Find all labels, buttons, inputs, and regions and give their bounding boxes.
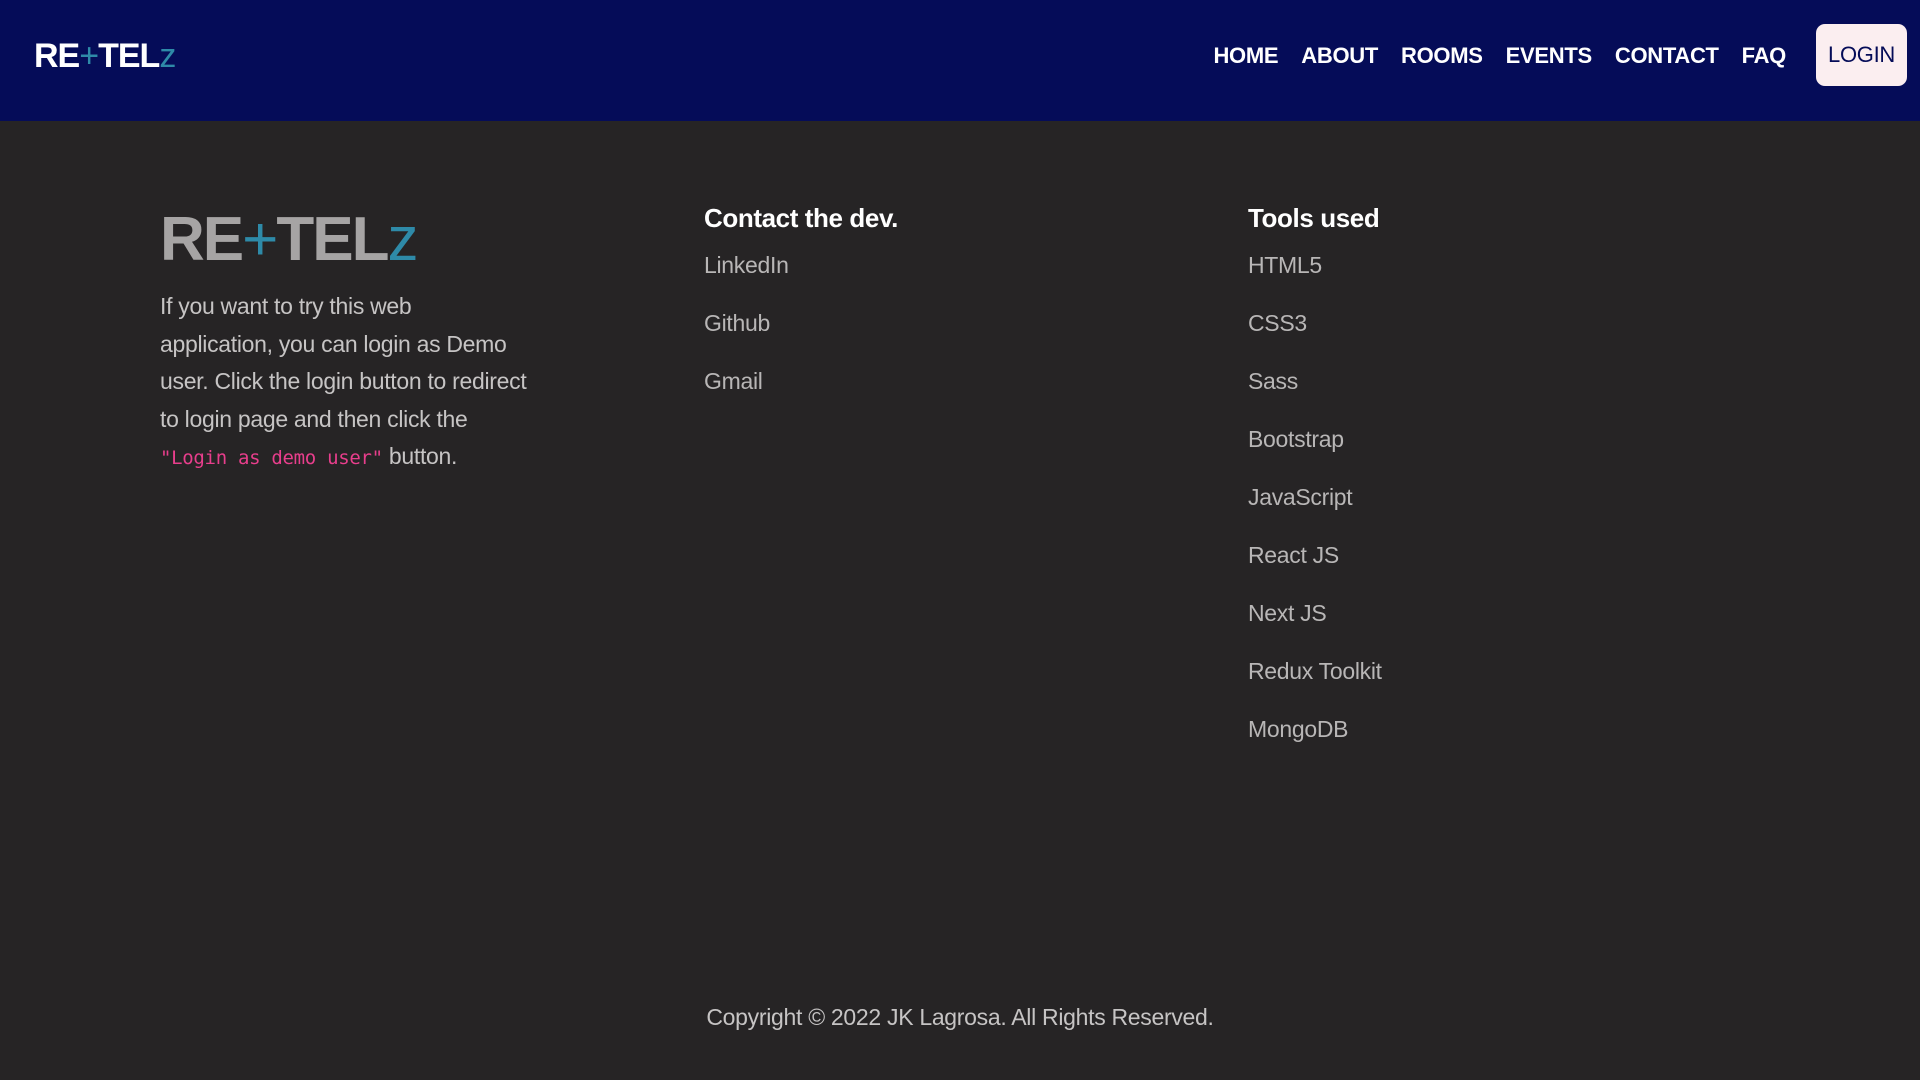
- tools-heading: Tools used: [1248, 203, 1380, 233]
- footer-logo-plus: +: [242, 205, 278, 274]
- footer-logo-text-re: RE: [160, 205, 244, 274]
- tool-item-sass: Sass: [1248, 368, 1298, 394]
- nav-link-faq[interactable]: FAQ: [1742, 43, 1787, 69]
- tools-list: HTML5 CSS3 Sass Bootstrap JavaScript Rea…: [1248, 248, 1382, 770]
- contact-heading: Contact the dev.: [704, 203, 898, 233]
- login-button[interactable]: LOGIN: [1816, 24, 1907, 86]
- logo-z: z: [159, 37, 176, 75]
- linkedin-link[interactable]: LinkedIn: [704, 252, 789, 278]
- tool-item-next: Next JS: [1248, 600, 1327, 626]
- about-text-after: button.: [382, 443, 458, 470]
- nav-links: HOME ABOUT ROOMS EVENTS CONTACT FAQ: [1213, 24, 1786, 88]
- nav-link-about[interactable]: ABOUT: [1301, 43, 1378, 69]
- list-item: Github: [704, 306, 898, 364]
- github-link[interactable]: Github: [704, 310, 770, 336]
- tool-item-bootstrap: Bootstrap: [1248, 426, 1344, 452]
- navbar-logo[interactable]: RE+TELz: [34, 36, 176, 76]
- tool-item-javascript: JavaScript: [1248, 484, 1353, 510]
- about-text-before: If you want to try this web application,…: [160, 293, 527, 432]
- logo-text-re: RE: [34, 37, 80, 75]
- about-description: If you want to try this web application,…: [160, 288, 530, 478]
- nav-link-home[interactable]: HOME: [1213, 43, 1278, 69]
- tool-item-react: React JS: [1248, 542, 1339, 568]
- copyright-text: Copyright © 2022 JK Lagrosa. All Rights …: [706, 1004, 1214, 1030]
- contact-links: LinkedIn Github Gmail: [704, 248, 898, 422]
- list-item: Gmail: [704, 364, 898, 422]
- list-item: LinkedIn: [704, 248, 898, 306]
- nav-link-rooms[interactable]: ROOMS: [1401, 43, 1483, 69]
- tools-column: Tools used HTML5 CSS3 Sass Bootstrap Jav…: [1248, 200, 1382, 770]
- footer-logo: RE+TELz: [160, 205, 418, 275]
- navbar: RE+TELz HOME ABOUT ROOMS EVENTS CONTACT …: [0, 0, 1920, 121]
- logo-plus: +: [79, 37, 99, 75]
- nav-link-contact[interactable]: CONTACT: [1615, 43, 1719, 69]
- tool-item-html5: HTML5: [1248, 252, 1322, 278]
- tool-item-mongodb: MongoDB: [1248, 716, 1349, 742]
- demo-user-code: "Login as demo user": [160, 447, 383, 470]
- footer-logo-z: z: [387, 205, 418, 274]
- gmail-link[interactable]: Gmail: [704, 368, 763, 394]
- contact-column: Contact the dev. LinkedIn Github Gmail: [704, 200, 898, 422]
- footer-logo-text-tel: TEL: [276, 205, 389, 274]
- logo-text-tel: TEL: [98, 37, 160, 75]
- tool-item-redux: Redux Toolkit: [1248, 658, 1382, 684]
- nav-link-events[interactable]: EVENTS: [1506, 43, 1593, 69]
- tool-item-css3: CSS3: [1248, 310, 1307, 336]
